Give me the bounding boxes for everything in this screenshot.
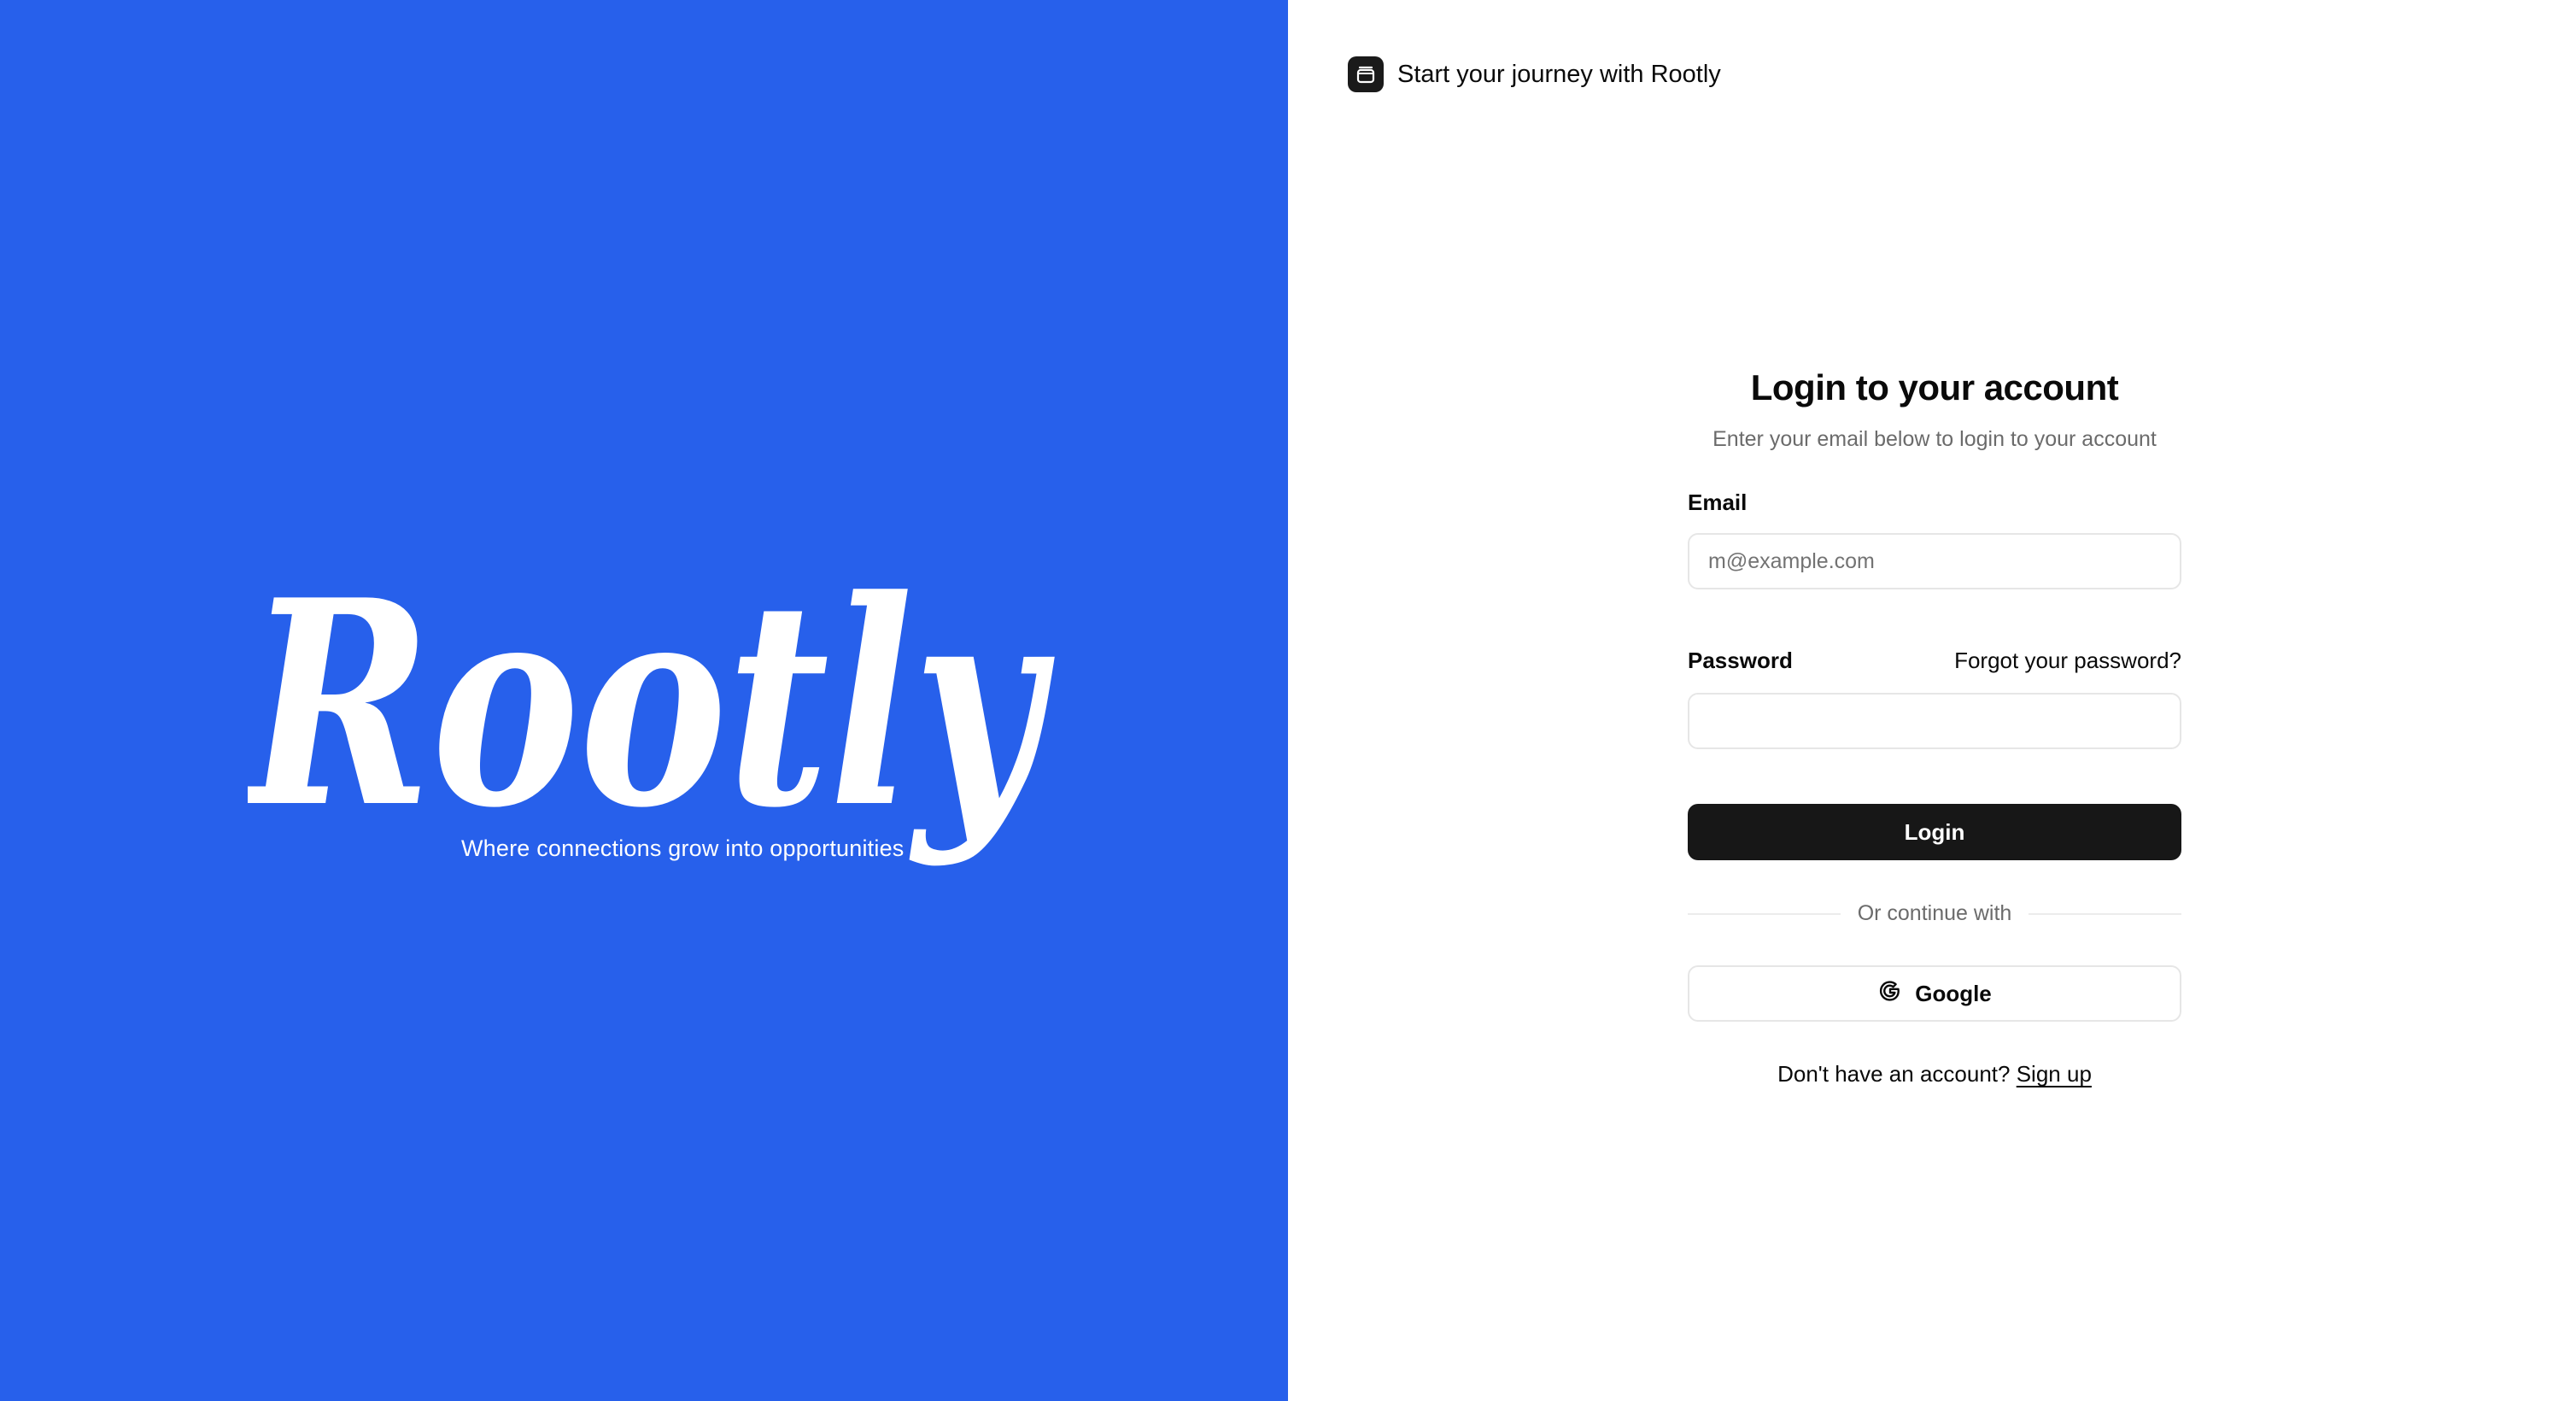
rootly-logo-text: Rootly (248, 538, 1055, 870)
login-button[interactable]: Login (1688, 804, 2181, 860)
rootly-wordmark-logo: Rootly (248, 538, 1055, 870)
google-login-button[interactable]: Google (1688, 965, 2181, 1022)
login-page: Rootly Where connections grow into oppor… (0, 0, 2576, 1401)
app-title: Start your journey with Rootly (1397, 60, 1721, 88)
login-form: Login to your account Enter your email b… (1688, 367, 2182, 1087)
password-input[interactable] (1688, 693, 2181, 749)
forgot-password-link[interactable]: Forgot your password? (1954, 648, 2181, 674)
signup-prompt: Don't have an account? (1777, 1061, 2011, 1087)
email-input[interactable] (1688, 533, 2181, 589)
email-label: Email (1688, 489, 1748, 515)
login-subtitle: Enter your email below to login to your … (1712, 427, 2157, 451)
signup-row: Don't have an account? Sign up (1688, 1061, 2181, 1087)
brand-tagline: Where connections grow into opportunitie… (461, 835, 905, 861)
password-label: Password (1688, 648, 1793, 673)
app-icon (1348, 56, 1384, 92)
google-button-label: Google (1915, 980, 1992, 1006)
email-label-row: Email (1688, 489, 2181, 516)
password-label-row: Password Forgot your password? (1688, 648, 2181, 674)
form-panel: Start your journey with Rootly Login to … (1288, 0, 2576, 1401)
divider-line-left (1688, 912, 1841, 915)
divider-line-right (2029, 912, 2182, 915)
google-g-icon (1877, 978, 1903, 1010)
or-continue-divider: Or continue with (1688, 901, 2182, 926)
signup-link[interactable]: Sign up (2017, 1061, 2092, 1087)
login-heading: Login to your account (1750, 367, 2119, 407)
divider-text: Or continue with (1857, 901, 2012, 925)
app-header: Start your journey with Rootly (1348, 56, 1721, 92)
brand-panel: Rootly Where connections grow into oppor… (0, 0, 1288, 1401)
